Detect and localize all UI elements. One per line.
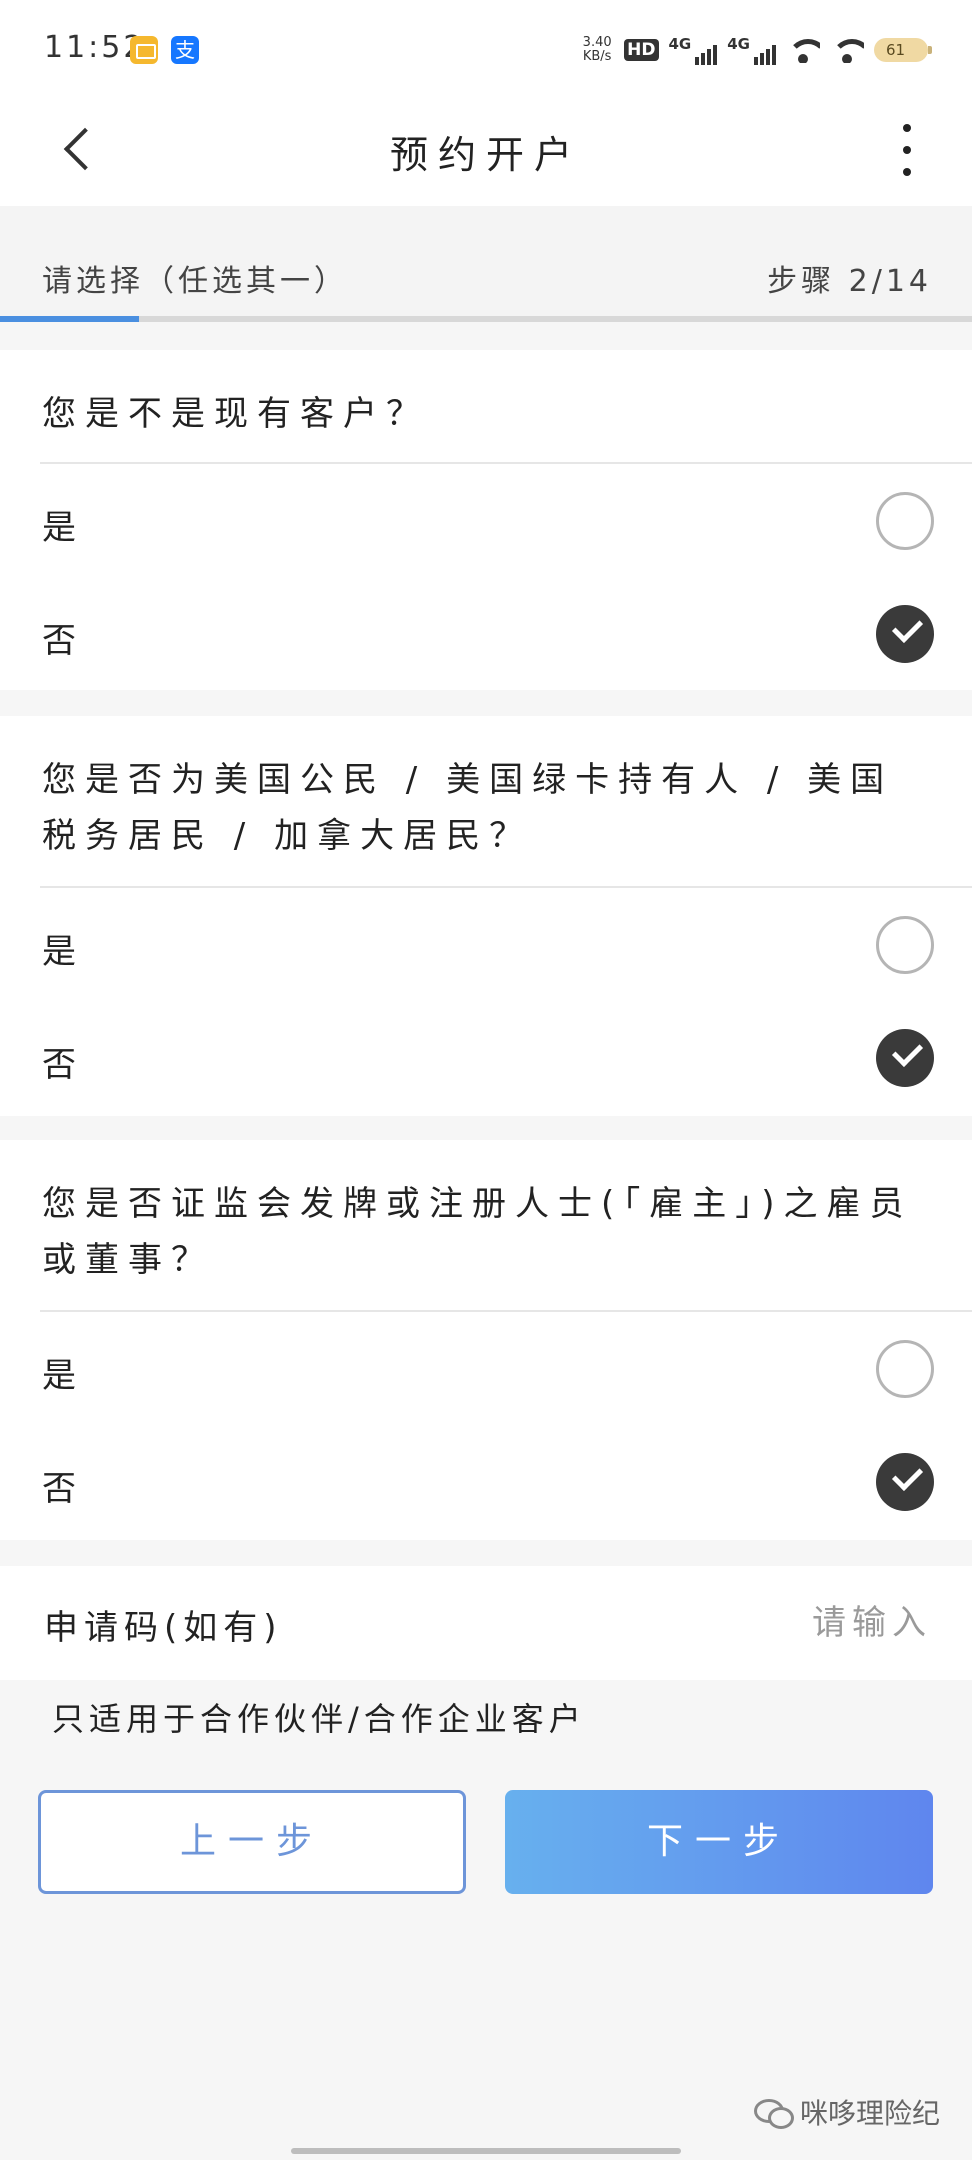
step-instruction: 请选择（任选其一） — [42, 264, 348, 299]
question-text: 您是不是现有客户？ — [42, 394, 429, 434]
radio-unchecked-icon[interactable] — [876, 916, 934, 974]
battery-icon: 61 — [874, 38, 932, 62]
question-text: 您是否证监会发牌或注册人士(「雇主」)之雇员或董事？ — [42, 1184, 913, 1280]
more-options-icon[interactable] — [892, 118, 922, 182]
watermark: 咪哆理险纪 — [753, 2092, 940, 2132]
home-indicator[interactable] — [291, 2148, 681, 2154]
step-counter: 步骤 2/14 — [767, 264, 932, 299]
option-label: 是 — [42, 932, 76, 972]
wifi-icon — [786, 37, 820, 63]
net-speed: 3.40 KB/s — [580, 36, 614, 64]
option-label: 否 — [42, 1045, 76, 1085]
net-speed-unit: KB/s — [582, 49, 612, 64]
question-card-1: 您是不是现有客户？ 是 否 — [0, 350, 972, 690]
option-yes[interactable]: 是 — [0, 888, 972, 1001]
status-indicators: 3.40 KB/s HD 4G 4G 61 — [580, 30, 932, 70]
option-label: 否 — [42, 621, 76, 661]
application-code-label: 申请码(如有) — [44, 1608, 283, 1648]
nav-bar: 预约开户 — [0, 100, 972, 206]
option-no[interactable]: 否 — [0, 1425, 972, 1538]
partner-note: 只适用于合作伙伴/合作企业客户 — [52, 1700, 586, 1738]
application-code-input[interactable] — [612, 1592, 932, 1654]
progress-bar — [0, 316, 972, 322]
question-card-3: 您是否证监会发牌或注册人士(「雇主」)之雇员或董事？ 是 否 — [0, 1140, 972, 1540]
page-title: 预约开户 — [389, 133, 582, 177]
option-no[interactable]: 否 — [0, 1001, 972, 1114]
radio-checked-icon[interactable] — [876, 605, 934, 663]
option-no[interactable]: 否 — [0, 577, 972, 690]
option-yes[interactable]: 是 — [0, 1312, 972, 1425]
wifi-icon-2 — [830, 37, 864, 63]
alipay-icon: 支 — [171, 36, 199, 64]
radio-unchecked-icon[interactable] — [876, 1340, 934, 1398]
progress-fill — [0, 316, 139, 322]
page: 11:52 支 3.40 KB/s HD 4G 4G 61 预约开户 请选择（任… — [0, 0, 972, 2160]
step-header: 请选择（任选其一） 步骤 2/14 — [0, 206, 972, 322]
radio-unchecked-icon[interactable] — [876, 492, 934, 550]
wechat-icon — [753, 2097, 794, 2129]
signal-icon-2: 4G — [727, 35, 776, 65]
radio-checked-icon[interactable] — [876, 1453, 934, 1511]
previous-step-button[interactable]: 上一步 — [38, 1790, 466, 1894]
radio-checked-icon[interactable] — [876, 1029, 934, 1087]
option-yes[interactable]: 是 — [0, 464, 972, 577]
option-label: 否 — [42, 1469, 76, 1509]
option-label: 是 — [42, 508, 76, 548]
application-code-row: 申请码(如有) — [0, 1566, 972, 1680]
watermark-text: 咪哆理险纪 — [799, 2097, 940, 2130]
mail-icon — [130, 36, 158, 64]
network-type-2: 4G — [727, 35, 750, 53]
question-text: 您是否为美国公民 / 美国绿卡持有人 / 美国税务居民 / 加拿大居民？ — [42, 760, 894, 856]
net-speed-value: 3.40 — [582, 35, 612, 50]
signal-icon-1: 4G — [669, 35, 718, 65]
next-step-button[interactable]: 下一步 — [505, 1790, 933, 1894]
hd-icon: HD — [624, 39, 659, 61]
network-type-1: 4G — [668, 35, 692, 53]
question-card-2: 您是否为美国公民 / 美国绿卡持有人 / 美国税务居民 / 加拿大居民？ 是 否 — [0, 716, 972, 1116]
status-bar: 11:52 支 3.40 KB/s HD 4G 4G 61 — [0, 0, 972, 100]
option-label: 是 — [42, 1356, 76, 1396]
